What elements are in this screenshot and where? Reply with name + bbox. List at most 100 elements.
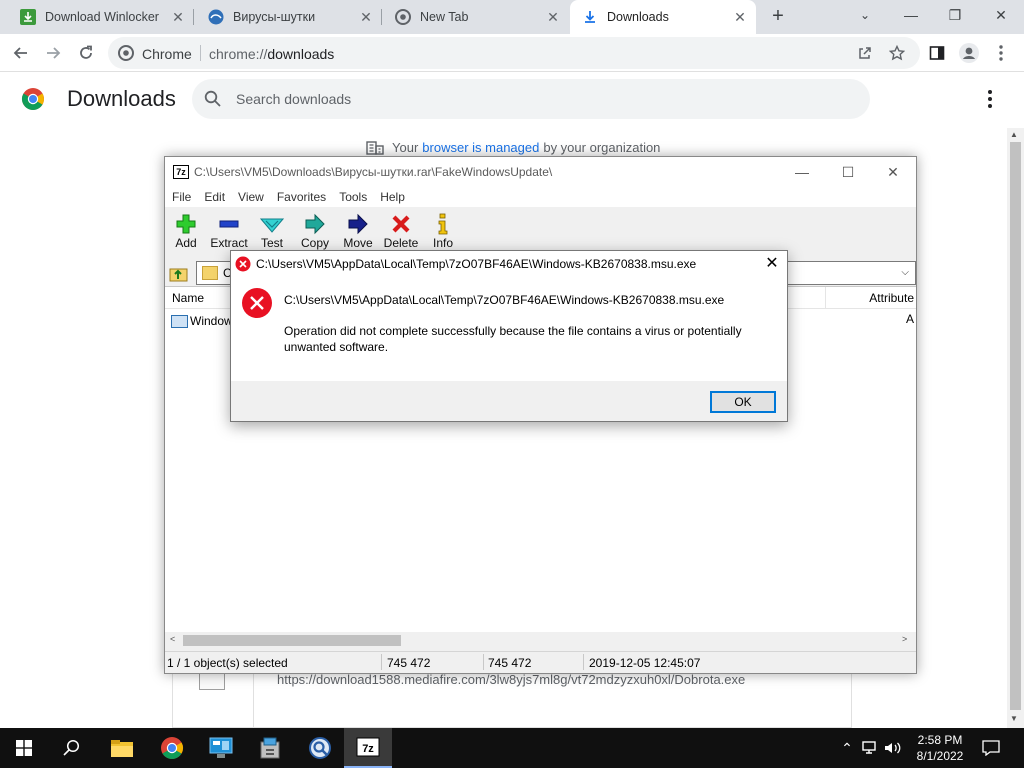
folder-icon: [202, 266, 218, 280]
extract-button[interactable]: Extract: [208, 211, 250, 255]
volume-icon[interactable]: [884, 738, 902, 758]
horizontal-scrollbar[interactable]: < >: [165, 632, 916, 649]
system-clock[interactable]: 2:58 PM 8/1/2022: [912, 732, 968, 764]
sevenzip-statusbar: 1 / 1 object(s) selected 745 472 745 472…: [165, 651, 916, 673]
scroll-down-arrow-icon[interactable]: ▼: [1010, 714, 1018, 723]
maximize-button[interactable]: ☐: [825, 157, 871, 187]
control-panel-button[interactable]: [197, 728, 245, 768]
tab-search-icon[interactable]: ⌄: [842, 0, 888, 30]
site-label: Chrome: [142, 46, 192, 62]
close-icon[interactable]: ✕: [732, 9, 748, 25]
menu-file[interactable]: File: [172, 187, 191, 207]
sevenzip-app-icon: 7z: [356, 737, 380, 757]
scrollbar-thumb[interactable]: [1010, 142, 1021, 710]
plus-icon: [174, 213, 198, 235]
status-modified: 2019-12-05 12:45:07: [589, 656, 701, 670]
forward-button[interactable]: [40, 40, 66, 66]
minimize-button[interactable]: —: [888, 0, 934, 30]
download-green-icon: [20, 9, 36, 25]
scroll-left-arrow-icon[interactable]: <: [170, 634, 175, 644]
tab-strip: Download Winlocker bat ✕ Вирусы-шутки ✕ …: [0, 0, 1024, 34]
chrome-menu-icon[interactable]: [990, 42, 1012, 64]
scroll-right-arrow-icon[interactable]: >: [902, 634, 907, 644]
new-tab-button[interactable]: +: [766, 5, 790, 29]
network-icon[interactable]: [862, 738, 880, 758]
search-icon: [204, 90, 221, 107]
delete-button[interactable]: Delete: [380, 211, 422, 255]
minimize-button[interactable]: —: [779, 157, 825, 187]
scroll-up-arrow-icon[interactable]: ▲: [1010, 130, 1018, 139]
tab-downloads[interactable]: Downloads ✕: [570, 0, 756, 34]
x-icon: [389, 213, 413, 235]
ok-button[interactable]: OK: [710, 391, 776, 413]
arrow-right-icon: [346, 213, 370, 235]
close-button[interactable]: ✕: [870, 157, 916, 187]
managed-link[interactable]: browser is managed: [422, 140, 539, 155]
move-button[interactable]: Move: [337, 211, 379, 255]
search-downloads-input[interactable]: Search downloads: [192, 79, 870, 119]
tab-download-winlocker[interactable]: Download Winlocker bat ✕: [8, 0, 194, 34]
error-file-path: C:\Users\VM5\AppData\Local\Temp\7zO07BF4…: [284, 293, 725, 307]
info-button[interactable]: Info: [422, 211, 464, 255]
close-icon[interactable]: ✕: [757, 251, 787, 277]
window-close-button[interactable]: ✕: [978, 0, 1024, 30]
side-panel-icon[interactable]: [926, 42, 948, 64]
chevron-down-icon[interactable]: ⌵: [901, 267, 909, 278]
error-dialog-titlebar[interactable]: C:\Users\VM5\AppData\Local\Temp\7zO07BF4…: [231, 251, 787, 277]
close-icon[interactable]: ✕: [358, 9, 374, 25]
column-name-header[interactable]: Name: [172, 291, 204, 305]
menu-view[interactable]: View: [238, 187, 264, 207]
page-scrollbar[interactable]: ▲ ▼: [1007, 128, 1024, 728]
file-name: Window: [190, 314, 233, 328]
scrollbar-thumb[interactable]: [183, 635, 401, 646]
address-bar[interactable]: Chrome chrome://downloads: [108, 37, 920, 69]
bookmark-star-icon[interactable]: [888, 44, 906, 62]
monitor-icon: [209, 737, 233, 758]
installer-button[interactable]: [246, 728, 294, 768]
sevenzip-taskbar-button[interactable]: 7z: [344, 728, 392, 768]
omnibox-divider: [200, 45, 201, 61]
start-button[interactable]: [0, 728, 48, 768]
download-url-link[interactable]: https://download1588.mediafire.com/3lw8y…: [277, 672, 745, 687]
search-app-button[interactable]: [296, 728, 344, 768]
chrome-icon: [118, 45, 134, 61]
reload-icon: [80, 45, 92, 59]
test-button[interactable]: Test: [251, 211, 293, 255]
status-divider: [381, 654, 382, 670]
menu-favorites[interactable]: Favorites: [277, 187, 326, 207]
sevenzip-title: C:\Users\VM5\Downloads\Вирусы-шутки.rar\…: [194, 165, 553, 179]
sevenzip-titlebar[interactable]: 7z C:\Users\VM5\Downloads\Вирусы-шутки.r…: [165, 157, 916, 187]
error-icon: [235, 256, 251, 272]
sevenzip-menubar: File Edit View Favorites Tools Help: [165, 187, 916, 207]
search-placeholder: Search downloads: [236, 91, 352, 107]
reload-button[interactable]: [73, 40, 99, 66]
column-attributes-header[interactable]: Attribute: [869, 291, 914, 305]
file-explorer-button[interactable]: [98, 728, 146, 768]
restore-button[interactable]: ❐: [932, 0, 978, 30]
profile-avatar-icon[interactable]: [958, 42, 980, 64]
add-button[interactable]: Add: [165, 211, 207, 255]
search-button[interactable]: [48, 728, 96, 768]
share-icon[interactable]: [856, 44, 874, 62]
back-button[interactable]: [8, 40, 34, 66]
file-icon: [199, 674, 225, 690]
tab-new-tab[interactable]: New Tab ✕: [383, 0, 569, 34]
close-icon[interactable]: ✕: [170, 9, 186, 25]
chrome-taskbar-button[interactable]: [148, 728, 196, 768]
more-options-icon[interactable]: [982, 88, 998, 110]
managed-prefix: Your: [392, 139, 419, 155]
menu-edit[interactable]: Edit: [204, 187, 225, 207]
close-icon[interactable]: ✕: [545, 9, 561, 25]
notifications-icon[interactable]: [982, 738, 1000, 758]
taskbar: 7z ⌃ 2:58 PM 8/1/2022: [0, 728, 1024, 768]
tab-virus-jokes[interactable]: Вирусы-шутки ✕: [196, 0, 382, 34]
menu-tools[interactable]: Tools: [339, 187, 367, 207]
chevron-up-icon[interactable]: ⌃: [838, 738, 856, 758]
magnifier-app-icon: [309, 737, 331, 759]
folder-up-icon[interactable]: [169, 263, 189, 283]
tab-label: Вирусы-шутки: [233, 10, 316, 24]
copy-button[interactable]: Copy: [294, 211, 336, 255]
file-row[interactable]: Window: [171, 312, 233, 330]
menu-help[interactable]: Help: [380, 187, 405, 207]
screen: Download Winlocker bat ✕ Вирусы-шутки ✕ …: [0, 0, 1024, 768]
